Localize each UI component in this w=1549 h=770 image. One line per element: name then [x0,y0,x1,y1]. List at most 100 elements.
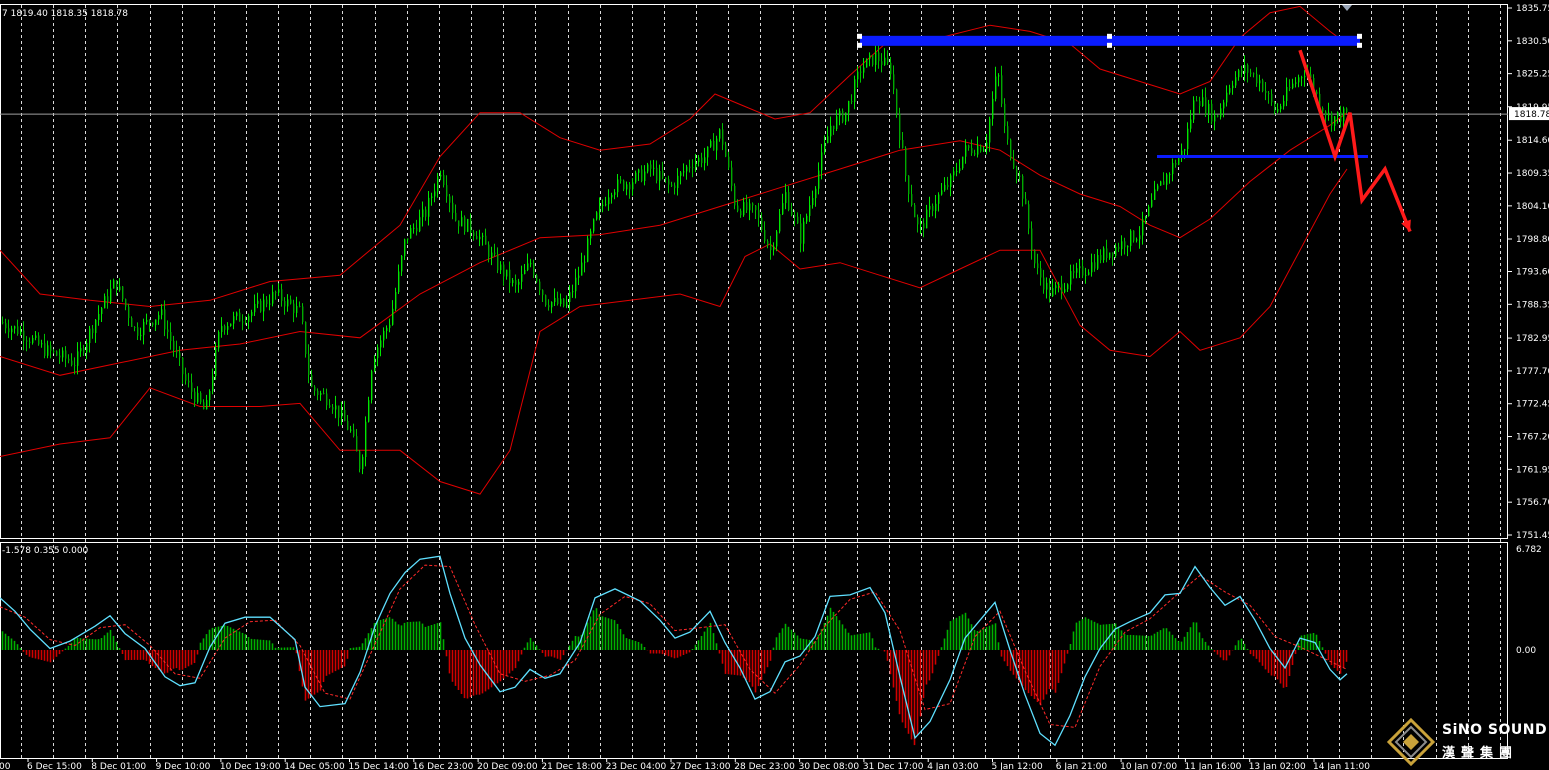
candle-body-367 [1103,248,1105,261]
candle-body-433 [1301,77,1303,79]
candle-105 [317,388,319,401]
time-tick-label-9: 21 Dec 18:00 [541,762,602,770]
candle-body-190 [572,291,574,293]
candle-380 [1142,211,1144,245]
candle-body-314 [944,184,946,191]
candle-body-251 [755,205,757,211]
candle-body-399 [1199,101,1201,106]
candle-body-387 [1163,181,1165,185]
candle-body-421 [1265,91,1267,93]
candle-407 [1223,99,1225,118]
candle-body-126 [380,340,382,348]
candle-57 [173,335,175,357]
candle-body-360 [1082,266,1084,276]
candle-body-223 [671,184,673,186]
candle-416 [1250,68,1252,77]
candle-body-149 [449,196,451,203]
candle-159 [479,229,481,247]
candle-body-41 [125,299,127,307]
logo-subtitle: 漢聲集團 [1442,746,1519,761]
candle-body-182 [548,305,550,308]
candle-257 [773,242,775,256]
candle-101 [305,321,307,358]
candle-70 [212,368,214,395]
candle-body-328 [986,142,988,150]
candle-387 [1163,172,1165,185]
candle-391 [1175,159,1177,168]
candle-217 [653,159,655,176]
candle-423 [1271,89,1273,106]
candle-body-29 [89,328,91,343]
candle-204 [614,189,616,200]
candle-325 [977,136,979,158]
resistance-handle-top-0 [857,33,862,39]
candle-body-53 [161,309,163,316]
candle-5 [17,319,19,336]
candle-body-254 [764,230,766,242]
candle-body-2 [8,328,10,333]
candle-403 [1211,99,1213,125]
candle-body-284 [854,79,856,102]
candle-body-174 [524,270,526,274]
candle-305 [917,214,919,233]
candle-body-131 [395,292,397,309]
candle-145 [437,172,439,198]
candle-4 [14,325,16,334]
bollinger-bands [0,5,1348,495]
candle-body-8 [26,340,28,342]
candle-body-200 [602,204,604,206]
candle-409 [1229,84,1231,95]
candle-body-40 [122,286,124,300]
candle-59 [179,346,181,366]
candle-183 [551,301,553,314]
candle-body-147 [443,175,445,186]
candle-body-259 [779,214,781,232]
candle-body-38 [116,280,118,291]
candle-317 [953,167,955,181]
candle-361 [1085,267,1087,284]
candle-232 [698,155,700,167]
candle-249 [749,198,751,221]
candle-129 [389,318,391,333]
candle-body-152 [458,220,460,227]
candle-body-167 [503,264,505,277]
candle-body-329 [989,118,991,143]
candle-body-130 [392,308,394,325]
candle-body-292 [878,52,880,62]
candle-356 [1070,264,1072,291]
candle-body-87 [263,299,265,312]
candle-body-181 [545,295,547,306]
candle-15 [47,340,49,359]
time-tick-label-16: 5 Jan 12:00 [992,762,1044,770]
candle-body-183 [551,302,553,308]
candle-body-434 [1304,75,1306,78]
candle-body-180 [542,290,544,296]
time-tick-label-4: 10 Dec 19:00 [220,762,281,770]
candle-300 [902,132,904,149]
candle-body-120 [362,456,364,470]
price-tick-label-7: 1798.80 [1516,235,1549,245]
candle-142 [428,191,430,226]
candle-body-370 [1112,252,1114,256]
candle-body-255 [767,241,769,245]
candle-173 [521,265,523,290]
candle-body-422 [1268,93,1270,95]
candle-123 [371,369,373,404]
candle-body-333 [1001,75,1003,104]
candle-body-51 [155,319,157,326]
candle-body-381 [1145,216,1147,220]
candle-body-235 [707,146,709,158]
candle-body-99 [299,306,301,307]
candle-227 [683,163,685,177]
candle-body-63 [191,382,193,392]
candle-239 [719,128,721,142]
candle-0 [2,316,4,325]
candle-body-154 [464,217,466,232]
candle-body-297 [893,74,895,90]
resistance-handle-bottom-1 [1107,42,1112,48]
candle-23 [71,353,73,367]
candle-25 [77,342,79,375]
candle-75 [227,322,229,335]
candle-214 [644,165,646,186]
candle-body-326 [980,146,982,152]
